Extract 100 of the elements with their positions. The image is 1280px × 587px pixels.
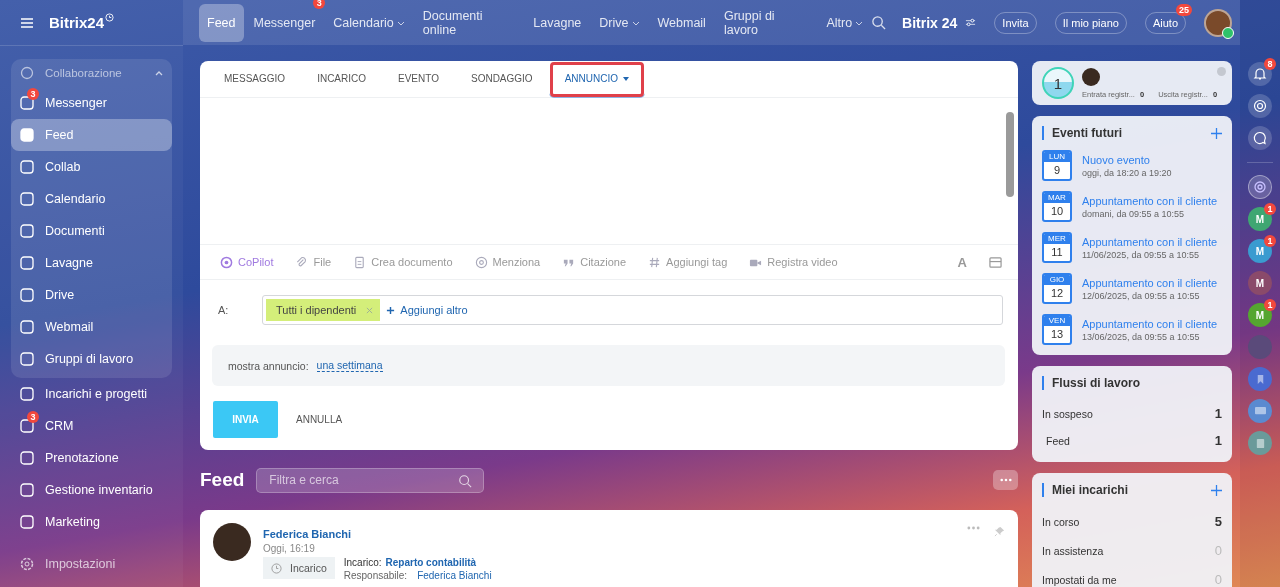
group-icon <box>19 65 35 81</box>
post-type-tag: Incarico <box>263 557 335 579</box>
nav-tab[interactable]: Webmail <box>649 3 714 42</box>
sidebar-item[interactable]: Gruppi di lavoro <box>11 343 172 375</box>
task-label: Incarico: <box>343 557 382 568</box>
nav-tab[interactable]: Feed <box>199 3 244 42</box>
sidebar-item[interactable]: Gestione inventario <box>11 474 172 506</box>
notes-button[interactable] <box>1248 431 1272 455</box>
post-type-tab[interactable]: EVENTO <box>382 61 455 98</box>
event-link[interactable]: Appuntamento con il cliente <box>1082 235 1218 248</box>
bookmark-button[interactable] <box>1248 367 1272 391</box>
spiral-icon <box>1253 180 1267 194</box>
sidebar-item[interactable]: Calendario <box>11 183 172 215</box>
sidebar-item[interactable]: Prenotazione <box>11 442 172 474</box>
nav-tab[interactable]: Gruppi di lavoro <box>715 3 817 42</box>
copilot-chat-button[interactable] <box>1248 94 1272 118</box>
at-sign-icon <box>474 255 488 269</box>
event-time: 11/06/2025, da 09:55 a 10:55 <box>1082 249 1200 260</box>
nav-tab[interactable]: Calendario <box>325 3 413 42</box>
sidebar-item[interactable]: 3 CRM <box>11 410 172 442</box>
sidebar-item[interactable]: Collab <box>11 151 172 183</box>
calendar-date-icon: GIO 12 <box>1042 273 1072 304</box>
copilot-button[interactable] <box>1248 175 1272 199</box>
sidebar-item[interactable]: Incarichi e progetti <box>11 378 172 410</box>
nav-tab[interactable]: Drive <box>591 3 648 42</box>
sidebar-item[interactable]: Feed <box>11 119 172 151</box>
post-time: Oggi, 16:19 <box>263 543 316 554</box>
event-link[interactable]: Appuntamento con il cliente <box>1082 317 1218 330</box>
post-type-tab[interactable]: SONDAGGIO <box>454 61 549 98</box>
counter-row[interactable]: Feed 1 <box>1042 427 1222 454</box>
event-link[interactable]: Appuntamento con il cliente <box>1082 276 1218 289</box>
widget-title: Eventi futuri <box>1052 126 1122 140</box>
add-recipient-link[interactable]: Aggiungi altro <box>386 304 468 316</box>
app-icon <box>19 351 35 367</box>
sidebar-item[interactable]: Lavagne <box>11 247 172 279</box>
chat-button[interactable] <box>1248 126 1272 150</box>
hashtag-icon <box>648 255 662 269</box>
search-icon[interactable] <box>871 15 887 30</box>
sidebar-item[interactable]: Webmail <box>11 311 172 343</box>
responsible-link[interactable]: Federica Bianchi <box>417 570 492 581</box>
nav-tab[interactable]: Lavagne <box>525 3 590 42</box>
sidebar-item[interactable]: Marketing <box>11 506 172 538</box>
author-link[interactable]: Federica Bianchi <box>263 528 955 540</box>
chat-avatar[interactable]: M <box>1248 271 1272 295</box>
event-link[interactable]: Appuntamento con il cliente <box>1082 194 1218 207</box>
feed-title: Feed <box>200 469 245 491</box>
toolbar-button[interactable]: File <box>295 255 332 269</box>
count-badge: 1 <box>1264 299 1276 311</box>
nav-tab[interactable]: Documenti online <box>414 3 524 42</box>
sidebar-item[interactable]: Drive <box>11 279 172 311</box>
group-label[interactable]: Collaborazione <box>45 67 144 79</box>
plus-icon <box>386 305 396 315</box>
app-icon <box>19 223 35 239</box>
sliders-icon[interactable] <box>965 17 977 28</box>
text-format-button[interactable]: A <box>957 254 967 270</box>
post-type-tab[interactable]: INCARICO <box>301 61 383 98</box>
app-icon <box>19 450 35 466</box>
logo[interactable]: Bitrix24 <box>49 14 105 31</box>
task-link[interactable]: Reparto contabilità <box>385 557 477 568</box>
event-link[interactable]: Nuovo evento <box>1082 153 1172 166</box>
app-icon <box>19 386 35 402</box>
workday-counter[interactable]: 1 <box>1042 67 1074 99</box>
settings-item[interactable]: Impostazioni <box>11 548 172 580</box>
app-icon <box>19 159 35 175</box>
widget-title: Flussi di lavoro <box>1052 376 1141 390</box>
counter-row[interactable]: In corso 5 <box>1042 507 1222 536</box>
post-type-tab[interactable]: MESSAGGIO <box>208 61 302 98</box>
recipients-field[interactable]: Tutti i dipendenti Aggiungi altro <box>262 295 1003 325</box>
panel-icon[interactable] <box>989 255 1002 269</box>
app-icon <box>19 127 35 143</box>
toolbar-button[interactable]: Citazione <box>562 255 627 269</box>
calendar-date-icon: LUN 9 <box>1042 150 1072 181</box>
nav-tab[interactable]: Altro <box>818 3 872 42</box>
toolbar-button[interactable]: Crea documento <box>353 255 453 269</box>
calendar-date-icon: MER 11 <box>1042 232 1072 263</box>
duration-link[interactable]: una settimana <box>316 359 383 372</box>
toolbar-button[interactable]: CoPilot <box>220 255 274 269</box>
paperclip-icon <box>295 255 309 269</box>
remove-icon[interactable] <box>366 306 374 314</box>
comments-button[interactable] <box>1248 399 1272 423</box>
more-icon[interactable] <box>967 526 980 530</box>
recipient-chip[interactable]: Tutti i dipendenti <box>266 299 381 321</box>
user-avatar[interactable] <box>1204 8 1232 37</box>
toolbar-button[interactable]: Menziona <box>474 255 541 269</box>
search-icon[interactable] <box>458 473 473 488</box>
cancel-button[interactable]: ANNULLA <box>290 413 349 426</box>
sidebar-item[interactable]: 3 Messenger <box>11 87 172 119</box>
app-icon <box>19 418 35 434</box>
sidebar-item[interactable]: Documenti <box>11 215 172 247</box>
toolbar-button[interactable]: Registra video <box>749 255 838 269</box>
app-icon <box>19 482 35 498</box>
plus-icon[interactable] <box>1211 127 1222 139</box>
more-icon <box>999 478 1012 482</box>
post-type-tab[interactable]: ANNUNCIO <box>548 61 645 98</box>
more-button[interactable] <box>993 470 1018 490</box>
toolbar-button[interactable]: Aggiungi tag <box>648 255 728 269</box>
calendar-date-icon: VEN 13 <box>1042 314 1072 345</box>
plus-icon[interactable] <box>1211 484 1222 496</box>
counter-row[interactable]: In sospeso 1 <box>1042 400 1222 427</box>
spiral-icon <box>1253 99 1267 113</box>
